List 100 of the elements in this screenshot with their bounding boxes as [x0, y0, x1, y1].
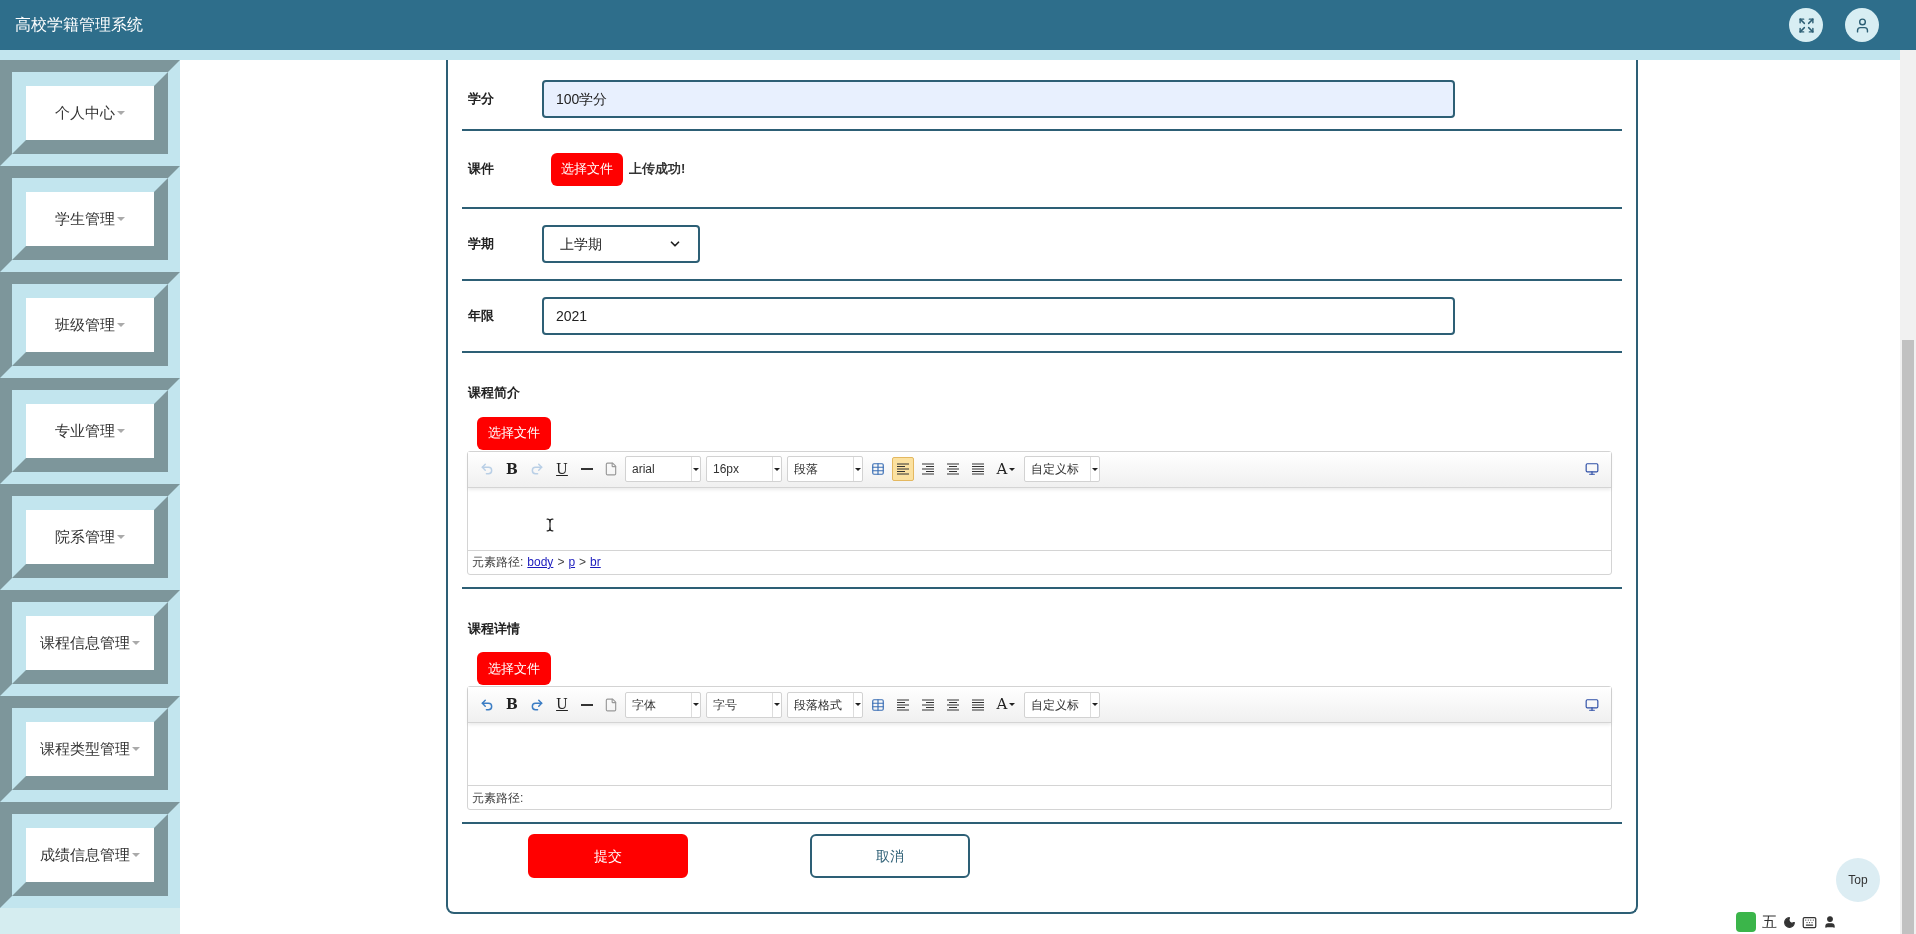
scrollbar-thumb[interactable] — [1902, 340, 1914, 934]
caret-icon — [1092, 467, 1098, 471]
choose-file-button[interactable]: 选择文件 — [477, 652, 551, 685]
cancel-button[interactable]: 取消 — [810, 834, 970, 878]
underline-button[interactable]: U — [551, 692, 573, 717]
path-separator: > — [557, 554, 565, 571]
field-label: 学期 — [467, 235, 495, 254]
sidebar-menu-item[interactable]: 院系管理 — [26, 510, 154, 564]
element-path-link[interactable]: p — [568, 553, 576, 571]
sidebar-menu-item[interactable]: 课程信息管理 — [26, 616, 154, 670]
font-color-button[interactable]: A — [992, 457, 1020, 481]
text-input[interactable]: 2021 — [542, 297, 1455, 335]
element-path-label: 元素路径: — [472, 789, 524, 807]
menu-label: 院系管理 — [55, 526, 115, 547]
bold-button[interactable]: B — [501, 692, 523, 717]
element-path-link[interactable]: br — [590, 553, 601, 571]
field-label: 课件 — [466, 160, 495, 179]
toolbar-select[interactable]: arial — [625, 456, 701, 482]
caret-icon — [132, 853, 140, 857]
fullscreen-icon[interactable] — [1789, 8, 1823, 42]
field-label: 年限 — [467, 307, 495, 326]
menu-label: 课程信息管理 — [40, 632, 130, 653]
toolbar-select[interactable]: 16px — [706, 456, 782, 482]
sidebar-menu-item[interactable]: 成绩信息管理 — [26, 828, 154, 882]
menu-label: 专业管理 — [55, 420, 115, 441]
toolbar-select[interactable]: 段落 — [787, 456, 863, 482]
underline-button[interactable]: U — [551, 457, 573, 481]
align-icon — [946, 697, 960, 712]
caret-icon — [117, 323, 125, 327]
toolbar-select[interactable]: 段落格式 — [787, 691, 863, 718]
align-icon — [971, 697, 985, 712]
caret-icon — [774, 703, 780, 706]
caret-icon — [1009, 703, 1016, 706]
undo-icon — [480, 697, 494, 712]
font-color-button[interactable]: A — [992, 692, 1020, 717]
menu-label: 班级管理 — [55, 314, 115, 335]
caret-icon — [774, 467, 780, 471]
menu-label: 个人中心 — [55, 102, 115, 123]
toolbar-select[interactable]: 字体 — [625, 691, 701, 718]
monitor-icon — [1585, 697, 1599, 712]
page-icon — [604, 462, 618, 476]
monitor-icon — [1585, 462, 1599, 476]
field-label: 课程简介 — [466, 384, 521, 402]
back-to-top-button[interactable]: Top — [1836, 858, 1880, 902]
sidebar-menu-item[interactable]: 班级管理 — [26, 298, 154, 352]
caret-icon — [693, 467, 699, 471]
field-label: 学分 — [467, 90, 495, 109]
choose-file-button[interactable]: 选择文件 — [477, 416, 551, 450]
table-icon — [871, 697, 885, 712]
sidebar-menu-item[interactable]: 课程类型管理 — [26, 722, 154, 776]
toolbar-select[interactable]: 字号 — [706, 691, 782, 718]
sidebar-menu-item[interactable]: 学生管理 — [26, 192, 154, 246]
select-dropdown[interactable]: 上学期 — [542, 225, 700, 263]
path-separator: > — [579, 554, 587, 571]
field-label: 课程详情 — [466, 619, 521, 638]
sidebar-menu-item[interactable]: 专业管理 — [26, 404, 154, 458]
toolbar-select[interactable]: 自定义标 — [1024, 691, 1100, 718]
menu-label: 学生管理 — [55, 208, 115, 229]
undo-icon — [480, 462, 494, 476]
caret-icon — [693, 703, 699, 706]
table-icon — [871, 462, 885, 476]
sidebar-menu-item[interactable]: 个人中心 — [26, 86, 154, 140]
caret-icon — [117, 111, 125, 115]
expand-glyph — [1797, 16, 1815, 34]
align-icon — [921, 697, 935, 712]
bold-button[interactable]: B — [501, 457, 523, 481]
caret-icon — [117, 217, 125, 221]
ime-logo-icon — [1736, 912, 1756, 932]
caret-icon — [132, 641, 140, 645]
caret-icon — [1009, 467, 1016, 471]
font-color-label: A — [996, 458, 1008, 480]
caret-icon — [117, 535, 125, 539]
align-icon — [921, 462, 935, 476]
align-icon — [896, 697, 910, 712]
moon-icon — [1783, 915, 1796, 929]
element-path-link[interactable]: body — [527, 553, 554, 571]
toolbar-select[interactable]: 自定义标 — [1024, 456, 1100, 482]
font-color-label: A — [996, 694, 1008, 716]
choose-file-button[interactable]: 选择文件 — [551, 152, 623, 186]
person-icon — [1823, 915, 1837, 929]
menu-label: 课程类型管理 — [40, 738, 130, 759]
align-icon — [896, 462, 910, 476]
align-button[interactable] — [892, 457, 914, 481]
submit-button[interactable]: 提交 — [528, 834, 688, 878]
caret-icon — [132, 747, 140, 751]
app-title: 高校学籍管理系统 — [15, 15, 143, 35]
upload-status: 上传成功! — [629, 160, 686, 179]
keyboard-icon — [1802, 914, 1817, 930]
redo-icon — [530, 697, 544, 712]
align-icon — [971, 462, 985, 476]
align-icon — [946, 462, 960, 476]
caret-icon — [855, 467, 861, 471]
caret-icon — [1092, 703, 1098, 706]
caret-icon — [117, 429, 125, 433]
ime-mode-label: 五 — [1762, 911, 1777, 932]
redo-icon — [530, 462, 544, 476]
user-icon[interactable] — [1845, 8, 1879, 42]
text-input[interactable]: 100学分 — [542, 80, 1455, 118]
page-icon — [604, 697, 618, 712]
menu-label: 成绩信息管理 — [40, 844, 130, 865]
